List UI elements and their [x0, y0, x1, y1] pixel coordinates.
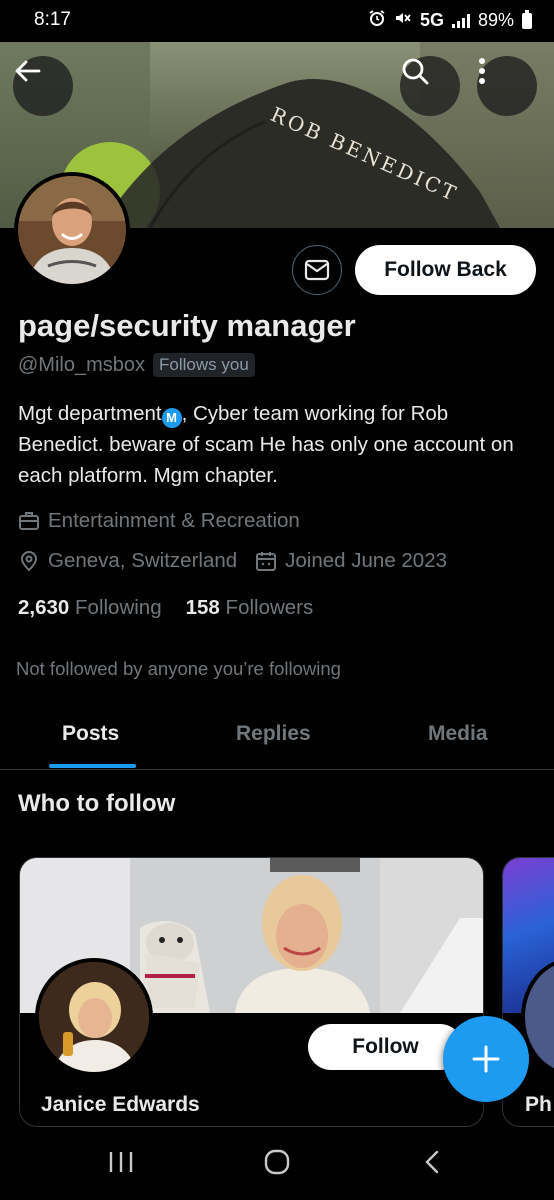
battery-icon [522, 9, 532, 29]
user-handle: @Milo_msbox [18, 353, 146, 376]
profile-avatar[interactable] [14, 172, 130, 288]
follows-you-badge: Follows you [153, 353, 255, 377]
status-bar: 8:17 5G 89% [0, 0, 554, 42]
system-back-button[interactable] [422, 1148, 442, 1181]
alarm-icon [368, 9, 386, 32]
suggestion-avatar-image [39, 962, 149, 1072]
recents-icon [109, 1152, 133, 1172]
m-emoji-icon: M [161, 408, 182, 428]
signal-icon [451, 13, 470, 28]
status-time: 8:17 [34, 9, 71, 30]
follow-counts: 2,630 Following 158 Followers [18, 596, 313, 620]
followers-link[interactable]: 158 Followers [186, 596, 314, 620]
compose-button[interactable] [443, 1016, 529, 1102]
handle-row: @Milo_msbox Follows you [18, 353, 255, 377]
nav-back-icon [425, 1150, 439, 1174]
tab-media[interactable]: Media [428, 722, 488, 746]
status-icons: 5G 89% [368, 9, 532, 32]
back-button[interactable] [13, 56, 73, 116]
joined-date: Joined June 2023 [285, 549, 448, 572]
tab-replies[interactable]: Replies [236, 722, 311, 746]
profile-tabs: Posts Replies Media [0, 712, 554, 770]
more-options-button[interactable] [477, 56, 537, 116]
location-pin-icon [20, 551, 38, 572]
bio-text-start: Mgt department [18, 402, 162, 425]
search-button[interactable] [400, 56, 460, 116]
active-tab-indicator [49, 764, 136, 768]
who-to-follow-title: Who to follow [18, 790, 176, 817]
tab-posts[interactable]: Posts [62, 722, 119, 746]
mute-icon [394, 9, 412, 32]
envelope-icon [304, 259, 330, 281]
message-button[interactable] [292, 245, 342, 295]
not-followed-note: Not followed by anyone you’re following [16, 658, 341, 679]
category-row: Entertainment & Recreation [18, 509, 300, 533]
follow-button[interactable]: Follow [308, 1024, 463, 1070]
more-vertical-icon [479, 58, 485, 84]
profile-category: Entertainment & Recreation [48, 509, 300, 532]
location-join-row: Geneva, Switzerland Joined June 2023 [18, 549, 447, 573]
profile-bio: Mgt department M, Cyber team working for … [18, 398, 538, 491]
briefcase-icon [19, 512, 39, 530]
arrow-left-icon [15, 60, 41, 82]
following-label: Following [75, 596, 162, 619]
plus-icon [472, 1045, 500, 1073]
home-button[interactable] [263, 1148, 291, 1181]
network-label: 5G [419, 10, 444, 30]
following-link[interactable]: 2,630 Following [18, 596, 162, 620]
system-navigation-bar [0, 1128, 554, 1200]
search-icon [402, 58, 429, 85]
recents-button[interactable] [108, 1148, 134, 1181]
follow-back-button[interactable]: Follow Back [355, 245, 536, 295]
profile-location: Geneva, Switzerland [48, 549, 238, 572]
avatar-image [18, 176, 126, 284]
calendar-icon [256, 552, 277, 571]
display-name: page/security manager [18, 308, 356, 343]
home-icon [264, 1149, 290, 1175]
suggestion-name: Janice Edwards [41, 1093, 200, 1116]
following-count: 2,630 [18, 596, 70, 619]
suggestion-name-partial: Ph [525, 1093, 552, 1116]
followers-count: 158 [185, 596, 220, 619]
suggestion-avatar[interactable] [35, 958, 153, 1076]
follow-suggestion-card[interactable]: Follow Janice Edwards [19, 857, 484, 1127]
battery-percent: 89% [477, 10, 514, 30]
followers-label: Followers [225, 596, 314, 619]
